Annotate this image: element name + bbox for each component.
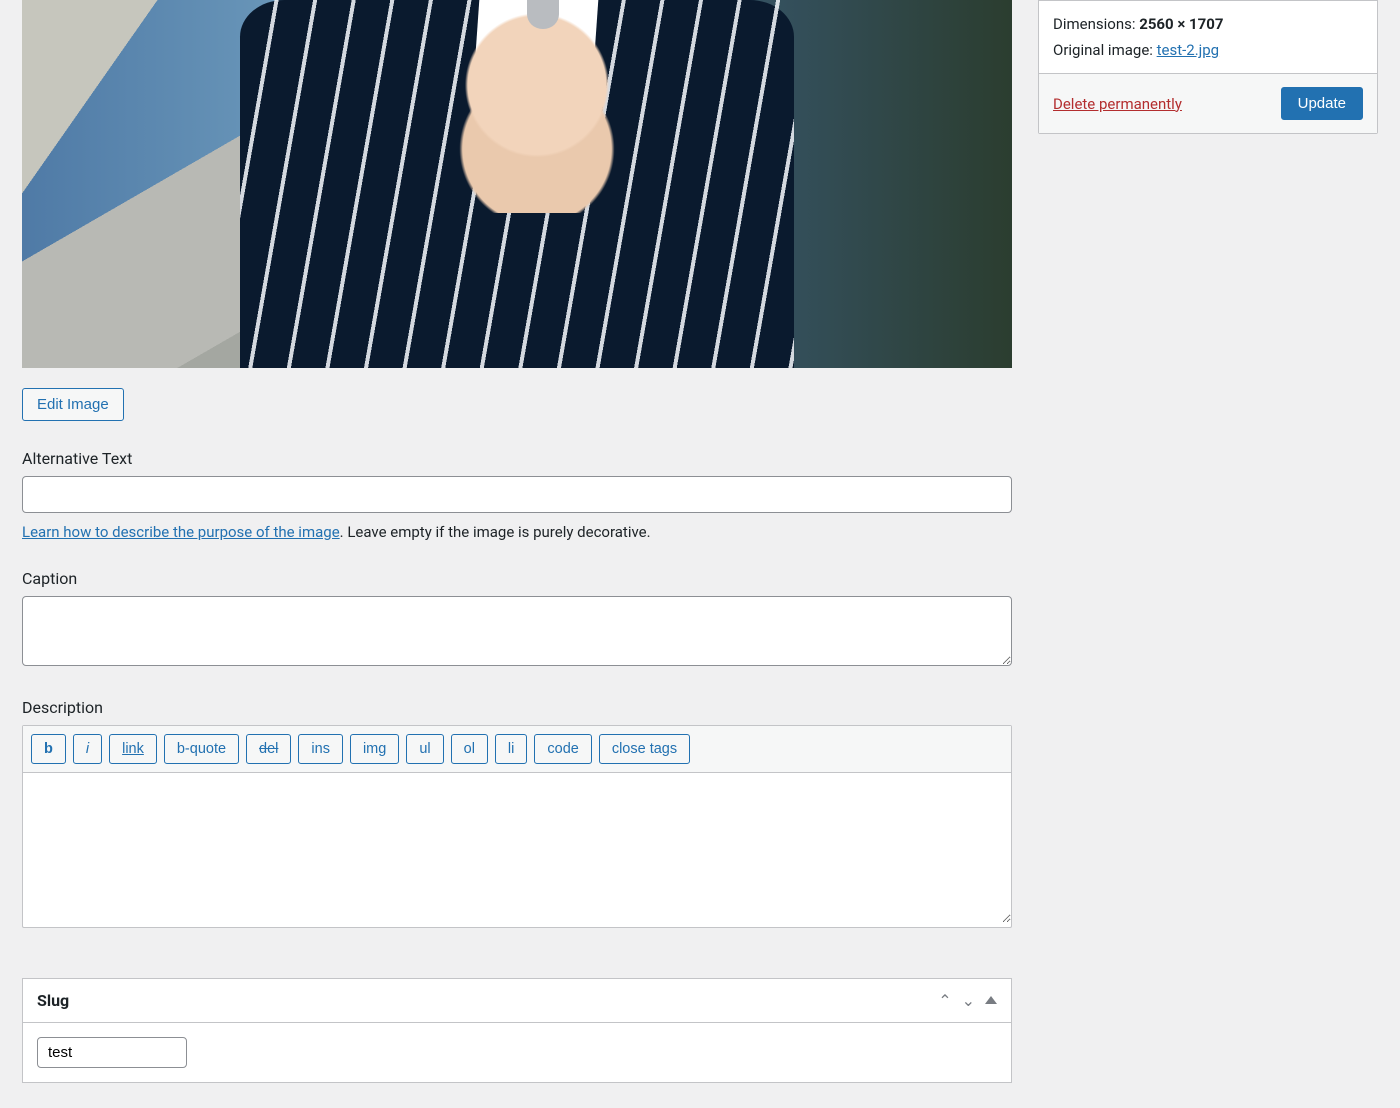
description-input[interactable] <box>23 773 1011 923</box>
edit-image-button[interactable]: Edit Image <box>22 388 124 421</box>
attachment-preview-image <box>22 0 1012 368</box>
slug-metabox: Slug ⌃ ⌄ <box>22 978 1012 1083</box>
caption-label: Caption <box>22 569 1012 588</box>
update-button[interactable]: Update <box>1281 87 1363 120</box>
qt-del-button[interactable]: del <box>246 734 291 764</box>
original-image-link[interactable]: test-2.jpg <box>1157 41 1219 59</box>
delete-permanently-link[interactable]: Delete permanently <box>1053 95 1182 113</box>
qt-ol-button[interactable]: ol <box>451 734 488 764</box>
save-metabox: Dimensions: 2560 × 1707 Original image: … <box>1038 0 1378 134</box>
qt-italic-button[interactable]: i <box>73 734 102 764</box>
slug-metabox-title: Slug <box>37 991 69 1010</box>
quicktags-toolbar: b i link b-quote del ins img ul ol li co… <box>23 726 1011 773</box>
slug-input[interactable] <box>37 1037 187 1068</box>
metabox-toggle-icon[interactable] <box>985 996 997 1004</box>
qt-ins-button[interactable]: ins <box>298 734 343 764</box>
alt-text-help-suffix: . Leave empty if the image is purely dec… <box>340 523 651 541</box>
description-label: Description <box>22 698 1012 717</box>
qt-li-button[interactable]: li <box>495 734 527 764</box>
qt-ul-button[interactable]: ul <box>406 734 443 764</box>
dimensions-value: 2560 × 1707 <box>1139 15 1223 33</box>
alt-text-input[interactable] <box>22 476 1012 513</box>
qt-img-button[interactable]: img <box>350 734 399 764</box>
metabox-move-down-icon[interactable]: ⌄ <box>962 991 975 1010</box>
qt-blockquote-button[interactable]: b-quote <box>164 734 239 764</box>
qt-link-button[interactable]: link <box>109 734 157 764</box>
alt-text-label: Alternative Text <box>22 449 1012 468</box>
alt-text-help-link[interactable]: Learn how to describe the purpose of the… <box>22 523 340 541</box>
metabox-move-up-icon[interactable]: ⌃ <box>938 991 951 1010</box>
qt-bold-button[interactable]: b <box>31 734 66 764</box>
caption-input[interactable] <box>22 596 1012 666</box>
qt-code-button[interactable]: code <box>534 734 591 764</box>
original-image-label: Original image: <box>1053 41 1157 59</box>
dimensions-label: Dimensions: <box>1053 15 1139 33</box>
qt-closetags-button[interactable]: close tags <box>599 734 690 764</box>
